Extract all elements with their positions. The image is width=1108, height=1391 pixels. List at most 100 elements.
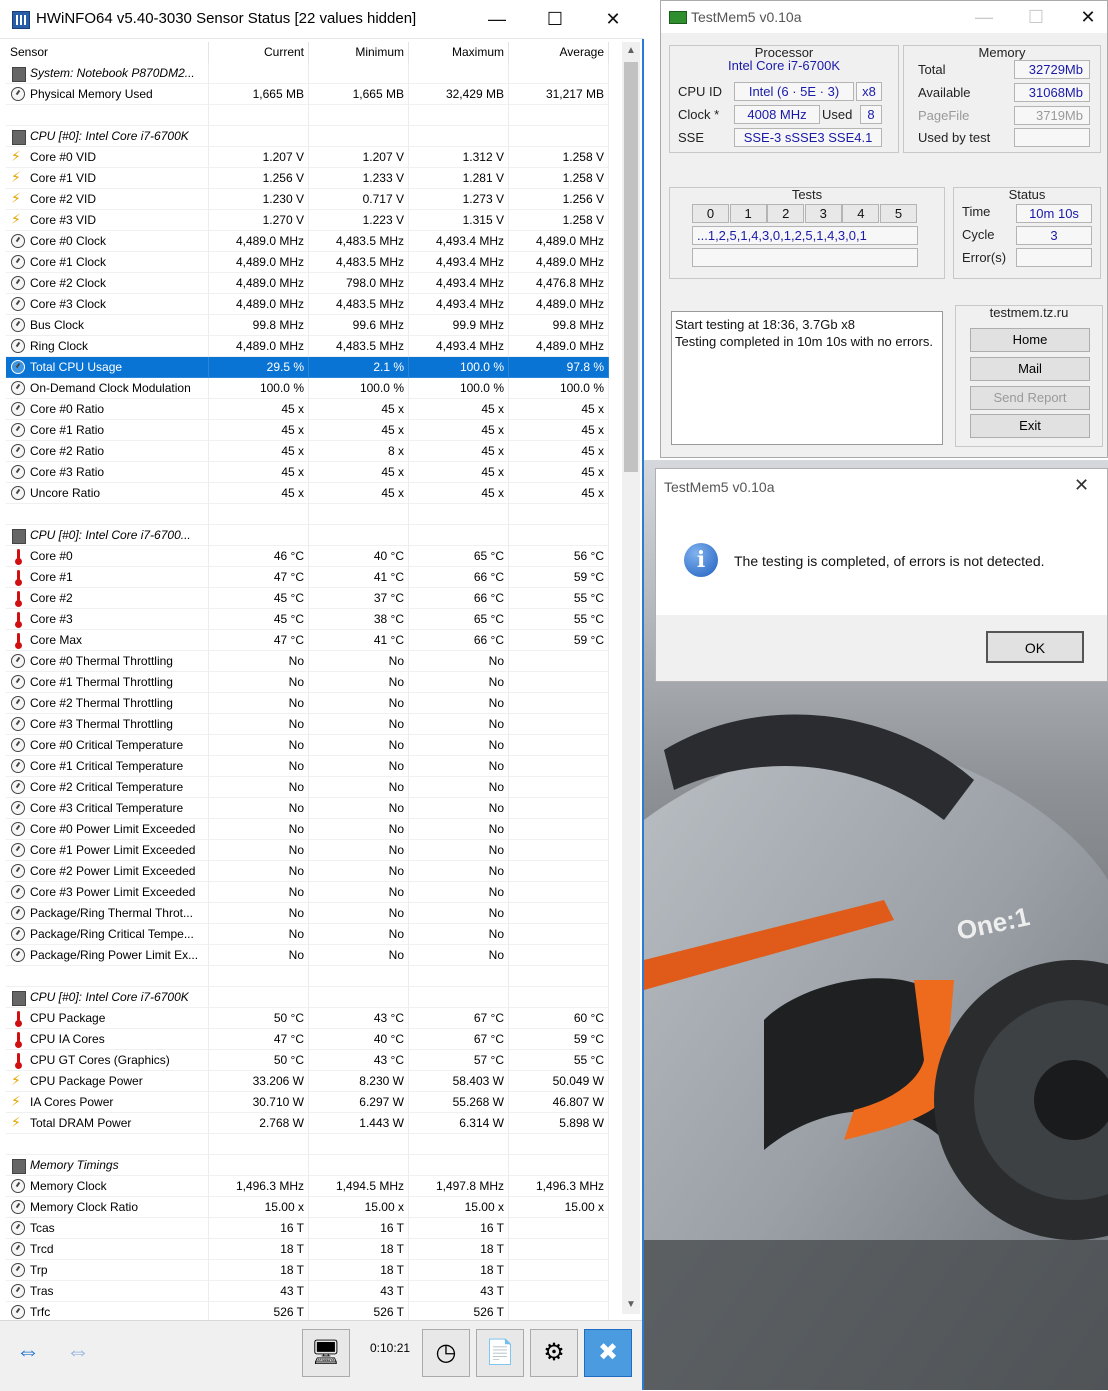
sensor-row[interactable]: Core #0 Power Limit Exceeded No No No	[6, 819, 609, 840]
sensor-row[interactable]: IA Cores Power 30.710 W6.297 W55.268 W46.…	[6, 1092, 609, 1113]
average-value	[509, 1281, 609, 1302]
scrollbar-thumb[interactable]	[624, 62, 638, 472]
sensor-row[interactable]: Core #3 Thermal Throttling No No No	[6, 714, 609, 735]
home-button[interactable]: Home	[970, 328, 1090, 352]
testmem-maximize-button[interactable]: ☐	[1013, 1, 1059, 33]
sensor-row[interactable]: CPU Package 50 °C 43 °C 67 °C 60 °C	[6, 1008, 609, 1029]
add-log-icon[interactable]: 📄	[476, 1329, 524, 1377]
column-header-sensor[interactable]: Sensor	[6, 42, 209, 63]
sensor-row[interactable]: Core #2 VID 1.230 V0.717 V1.273 V1.256 V	[6, 189, 609, 210]
mail-button[interactable]: Mail	[970, 357, 1090, 381]
lightning-bolt-icon	[11, 1071, 23, 1091]
sensor-row[interactable]: Core #3 Critical Temperature No No No	[6, 798, 609, 819]
sensor-row[interactable]: Core #0 46 °C 40 °C 65 °C 56 °C	[6, 546, 609, 567]
minimum-value: 18 T	[309, 1260, 409, 1281]
sensor-group-row[interactable]: CPU [#0]: Intel Core i7-6700...	[6, 525, 609, 546]
average-value	[509, 1134, 609, 1155]
sensor-row[interactable]: Core #0 VID1.207 V1.207 V1.312 V1.258 V	[6, 147, 609, 168]
scroll-up-icon[interactable]: ▲	[622, 42, 640, 60]
sensor-row[interactable]: CPU IA Cores 47 °C 40 °C 67 °C 59 °C	[6, 1029, 609, 1050]
sensor-row[interactable]: Ring Clock 4,489.0 MHz 4,483.5 MHz 4,493.4 …	[6, 336, 609, 357]
column-header-average[interactable]: Average	[509, 42, 609, 63]
sensor-row[interactable]: Core #0 Clock 4,489.0 MHz 4,483.5 MHz 4,493…	[6, 231, 609, 252]
sensor-row[interactable]: Core #1 Thermal Throttling No No No	[6, 672, 609, 693]
sensor-group-row[interactable]: CPU [#0]: Intel Core i7-6700K	[6, 987, 609, 1008]
average-value	[509, 882, 609, 903]
sensor-row[interactable]: Package/Ring Critical Tempe... No No No	[6, 924, 609, 945]
sensor-row[interactable]: CPU Package Power 33.206 W8.230 W58.403 W…	[6, 1071, 609, 1092]
sensor-row[interactable]: Core #1 47 °C 41 °C 66 °C 59 °C	[6, 567, 609, 588]
sensor-row[interactable]: On-Demand Clock Modulation 100.0 % 100.0 %…	[6, 378, 609, 399]
settings-gear-icon[interactable]: ⚙	[530, 1329, 578, 1377]
sensor-row[interactable]: Core #1 Power Limit Exceeded No No No	[6, 840, 609, 861]
sensor-row[interactable]: Core #3 45 °C 38 °C 65 °C 55 °C	[6, 609, 609, 630]
expand-arrows-icon[interactable]: ⇔	[4, 1329, 52, 1377]
sensor-row[interactable]: Core #3 VID 1.270 V1.223 V1.315 V1.258 V	[6, 210, 609, 231]
info-icon: i	[684, 543, 718, 577]
sensor-row[interactable]: Core #2 Thermal Throttling No No No	[6, 693, 609, 714]
scroll-down-icon[interactable]: ▼	[622, 1296, 640, 1314]
sensor-row[interactable]: Core #2 Critical Temperature No No No	[6, 777, 609, 798]
sensor-row[interactable]: Core #1 VID 1.256 V1.233 V1.281 V1.258 V	[6, 168, 609, 189]
sensor-group-row[interactable]: CPU [#0]: Intel Core i7-6700K	[6, 126, 609, 147]
close-button[interactable]: ✕	[590, 0, 636, 38]
maximize-button[interactable]: ☐	[532, 0, 578, 38]
current-value	[209, 1155, 309, 1176]
testmem-titlebar[interactable]: TestMem5 v0.10a — ☐ ✕	[661, 1, 1107, 33]
sensor-row[interactable]: Core #2 Ratio 45 x8 x 45 x 45 x	[6, 441, 609, 462]
dialog-close-icon[interactable]: ✕	[1074, 475, 1089, 496]
sensor-row[interactable]: Trp 18 T 18 T 18 T	[6, 1260, 609, 1281]
sensor-row[interactable]: Trcd 18 T 18 T 18 T	[6, 1239, 609, 1260]
dialog-title: TestMem5 v0.10a	[664, 479, 775, 495]
sensor-row[interactable]: Core #0 Thermal Throttling No No No	[6, 651, 609, 672]
sensor-row[interactable]: Physical Memory Used 1,665 MB 1,665 MB 32,4…	[6, 84, 609, 105]
sensor-row[interactable]: Core #2 Clock 4,489.0 MHz 798.0 MHz 4,493.4…	[6, 273, 609, 294]
ok-button[interactable]: OK	[986, 631, 1084, 663]
sensor-row[interactable]: Total DRAM Power 2.768 W1.443 W6.314 W5.8…	[6, 1113, 609, 1134]
sensor-row[interactable]: Tras 43 T 43 T 43 T	[6, 1281, 609, 1302]
testmem-close-button[interactable]: ✕	[1065, 1, 1108, 33]
sensor-row[interactable]: Total CPU Usage 29.5 % 2.1 % 100.0 % 97.8 %	[6, 357, 609, 378]
sensor-row[interactable]: CPU GT Cores (Graphics) 50 °C 43 °C 57 °C 55…	[6, 1050, 609, 1071]
close-x-icon[interactable]: ✖	[584, 1329, 632, 1377]
testmem-minimize-button[interactable]: —	[961, 1, 1007, 33]
sensor-group-row[interactable]: System: Notebook P870DM2...	[6, 63, 609, 84]
sensor-label: Core #1 Clock	[30, 255, 107, 269]
sensor-row[interactable]: Core #0 Critical Temperature No No No	[6, 735, 609, 756]
sensor-row[interactable]: Core Max 47 °C 41 °C 66 °C 59 °C	[6, 630, 609, 651]
send-report-button[interactable]: Send Report	[970, 386, 1090, 410]
sensor-row[interactable]: Core #1 Ratio 45 x 45 x 45 x 45 x	[6, 420, 609, 441]
hwinfo-titlebar[interactable]: HWiNFO64 v5.40-3030 Sensor Status [22 va…	[0, 0, 644, 39]
sensor-row[interactable]: Uncore Ratio 45 x 45 x 45 x 45 x	[6, 483, 609, 504]
column-header-current[interactable]: Current	[209, 42, 309, 63]
sensor-row[interactable]: Memory Clock 1,496.3 MHz 1,494.5 MHz 1,497.…	[6, 1176, 609, 1197]
sensor-row[interactable]: Core #1 Clock 4,489.0 MHz 4,483.5 MHz 4,493…	[6, 252, 609, 273]
sensor-row[interactable]: Package/Ring Thermal Throt... No No No	[6, 903, 609, 924]
sensor-row[interactable]: Core #3 Clock 4,489.0 MHz 4,483.5 MHz 4,493…	[6, 294, 609, 315]
average-value: 45 x	[509, 399, 609, 420]
network-computers-icon[interactable]: 🖥	[302, 1329, 350, 1377]
log-box[interactable]: Start testing at 18:36, 3.7Gb x8 Testing…	[671, 311, 943, 445]
minimize-button[interactable]: —	[474, 0, 520, 38]
sensor-row[interactable]: Memory Clock Ratio 15.00 x 15.00 x 15.00 x1…	[6, 1197, 609, 1218]
sensor-row[interactable]: Core #2 45 °C 37 °C 66 °C 55 °C	[6, 588, 609, 609]
errors-label: Error(s)	[962, 250, 1007, 265]
sensor-row[interactable]: Core #3 Power Limit Exceeded No No No	[6, 882, 609, 903]
sensor-group-row[interactable]: Memory Timings	[6, 1155, 609, 1176]
vertical-scrollbar[interactable]: ▲ ▼	[622, 42, 640, 1314]
current-value: 47 °C	[209, 1029, 309, 1050]
sensor-row[interactable]: Bus Clock 99.8 MHz 99.6 MHz 99.9 MHz 99.8 MH…	[6, 315, 609, 336]
current-value: 33.206 W	[209, 1071, 309, 1092]
sensor-row[interactable]: Core #2 Power Limit Exceeded No No No	[6, 861, 609, 882]
sensor-row[interactable]: Core #3 Ratio 45 x 45 x 45 x 45 x	[6, 462, 609, 483]
exit-button[interactable]: Exit	[970, 414, 1090, 438]
sensor-row[interactable]: Package/Ring Power Limit Ex... No No No	[6, 945, 609, 966]
collapse-arrows-icon[interactable]: ⇔	[54, 1329, 102, 1377]
sensor-row[interactable]: Tcas 16 T 16 T 16 T	[6, 1218, 609, 1239]
column-header-maximum[interactable]: Maximum	[409, 42, 509, 63]
sensor-row[interactable]: Core #1 Critical Temperature No No No	[6, 756, 609, 777]
sensor-label: Core Max	[30, 633, 83, 647]
column-header-minimum[interactable]: Minimum	[309, 42, 409, 63]
sensor-row[interactable]: Core #0 Ratio 45 x 45 x 45 x 45 x	[6, 399, 609, 420]
clock-icon[interactable]: ◷	[422, 1329, 470, 1377]
